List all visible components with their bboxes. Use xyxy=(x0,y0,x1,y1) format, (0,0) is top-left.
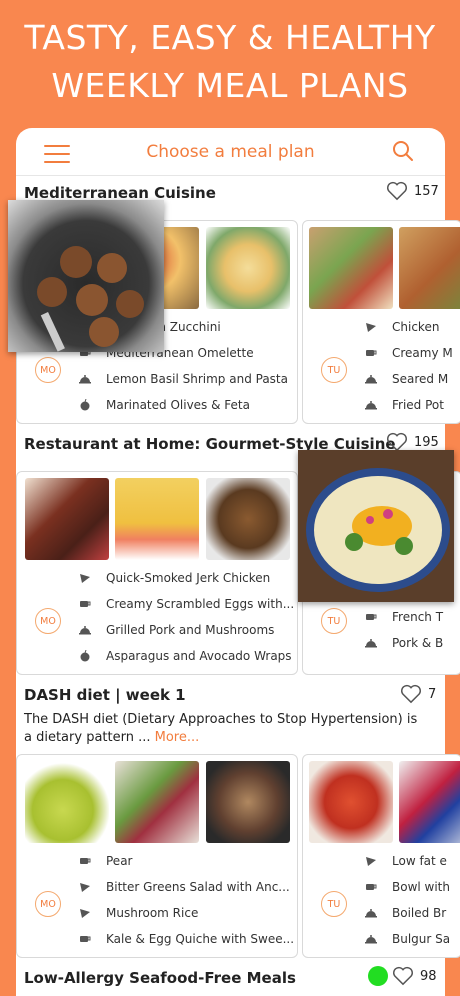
pizza-icon xyxy=(80,883,90,892)
section-title-low-allergy[interactable]: Low-Allergy Seafood-Free Meals xyxy=(24,969,296,987)
heart-icon[interactable] xyxy=(386,432,408,452)
heart-icon[interactable] xyxy=(400,684,422,704)
meal-photo xyxy=(25,478,109,560)
meal-item: Marinated Olives & Feta xyxy=(79,398,250,412)
day-badge: TU xyxy=(321,608,347,634)
like-counter[interactable]: 195 xyxy=(386,432,439,452)
search-icon[interactable] xyxy=(392,140,414,162)
meal-item: Pear xyxy=(79,854,132,868)
meal-item: Creamy M xyxy=(365,346,453,360)
heart-icon[interactable] xyxy=(392,966,414,986)
meal-day-card[interactable]: Pear Bitter Greens Salad with Anc... Mus… xyxy=(16,754,298,958)
page-title: Choose a meal plan xyxy=(146,142,315,162)
apple-icon xyxy=(80,399,90,411)
cloche-icon xyxy=(365,375,377,384)
featured-photo xyxy=(8,200,164,352)
more-link[interactable]: More... xyxy=(155,730,200,745)
cloche-icon xyxy=(365,909,377,918)
meal-day-card[interactable]: Chicken Creamy M Seared M Fried Pot TU xyxy=(302,220,460,424)
patties-illustration xyxy=(37,246,144,352)
meal-item: Boiled Br xyxy=(365,906,446,920)
meal-photo xyxy=(399,227,460,309)
section-title-dash[interactable]: DASH diet | week 1 xyxy=(24,686,186,704)
cup-icon xyxy=(366,884,377,890)
cup-icon xyxy=(80,601,91,607)
meal-item: Bulgur Sa xyxy=(365,932,450,946)
like-counter[interactable]: 98 xyxy=(392,966,437,986)
pizza-icon xyxy=(80,909,90,918)
meal-item: Mushroom Rice xyxy=(79,906,198,920)
cup-icon xyxy=(80,858,91,864)
day-badge: MO xyxy=(35,608,61,634)
meal-photo xyxy=(206,227,290,309)
day-badge: MO xyxy=(35,357,61,383)
meal-photo xyxy=(399,761,460,843)
hero-banner: TASTY, EASY & HEALTHY WEEKLY MEAL PLANS xyxy=(0,0,460,128)
meal-item: Kale & Egg Quiche with Swee... xyxy=(79,932,294,946)
meal-day-card[interactable]: Low fat e Bowl with Boiled Br Bulgur Sa … xyxy=(302,754,460,958)
soup-illustration xyxy=(298,450,454,602)
meal-item: Creamy Scrambled Eggs with... xyxy=(79,597,294,611)
meal-item: Bowl with xyxy=(365,880,450,894)
pizza-icon xyxy=(80,574,90,583)
cup-icon xyxy=(366,614,377,620)
meal-item: Asparagus and Avocado Wraps xyxy=(79,649,292,663)
featured-photo xyxy=(298,450,454,602)
meal-photo xyxy=(206,761,290,843)
meal-photo xyxy=(25,761,109,843)
meal-item: Pork & B xyxy=(365,636,443,650)
meal-photo xyxy=(115,478,199,560)
meal-photo xyxy=(206,478,290,560)
pizza-icon xyxy=(366,857,376,866)
cloche-icon xyxy=(365,401,377,410)
cloche-icon xyxy=(365,639,377,648)
heart-icon[interactable] xyxy=(386,181,408,201)
meal-item: Lemon Basil Shrimp and Pasta xyxy=(79,372,288,386)
meal-item: Seared M xyxy=(365,372,448,386)
status-dot xyxy=(368,966,388,986)
meal-item: Chicken xyxy=(365,320,439,334)
cloche-icon xyxy=(365,935,377,944)
hero-line-1: TASTY, EASY & HEALTHY xyxy=(24,18,436,57)
like-count: 195 xyxy=(414,434,439,450)
meal-day-card[interactable]: Quick-Smoked Jerk Chicken Creamy Scrambl… xyxy=(16,471,298,675)
meal-item: French T xyxy=(365,610,443,624)
nav-bar: Choose a meal plan xyxy=(16,128,445,176)
meal-photo xyxy=(115,761,199,843)
like-count: 98 xyxy=(420,968,437,984)
plan-description: The DASH diet (Dietary Approaches to Sto… xyxy=(24,712,418,745)
like-count: 157 xyxy=(414,183,439,199)
cup-icon xyxy=(366,350,377,356)
like-counter[interactable]: 157 xyxy=(386,181,439,201)
meal-item: Quick-Smoked Jerk Chicken xyxy=(79,571,270,585)
meal-item: Bitter Greens Salad with Anc... xyxy=(79,880,290,894)
day-badge: TU xyxy=(321,891,347,917)
like-count: 7 xyxy=(428,686,437,702)
cloche-icon xyxy=(79,626,91,635)
meal-item: Grilled Pork and Mushrooms xyxy=(79,623,274,637)
day-badge: TU xyxy=(321,357,347,383)
meal-item: Fried Pot xyxy=(365,398,444,412)
meal-photo xyxy=(309,227,393,309)
meal-photo xyxy=(309,761,393,843)
like-counter[interactable]: 7 xyxy=(400,684,436,704)
apple-icon xyxy=(80,650,90,662)
day-badge: MO xyxy=(35,891,61,917)
cup-icon xyxy=(80,936,91,942)
meal-item: Low fat e xyxy=(365,854,447,868)
cloche-icon xyxy=(79,375,91,384)
pizza-icon xyxy=(366,323,376,332)
hero-line-2: WEEKLY MEAL PLANS xyxy=(51,66,409,105)
